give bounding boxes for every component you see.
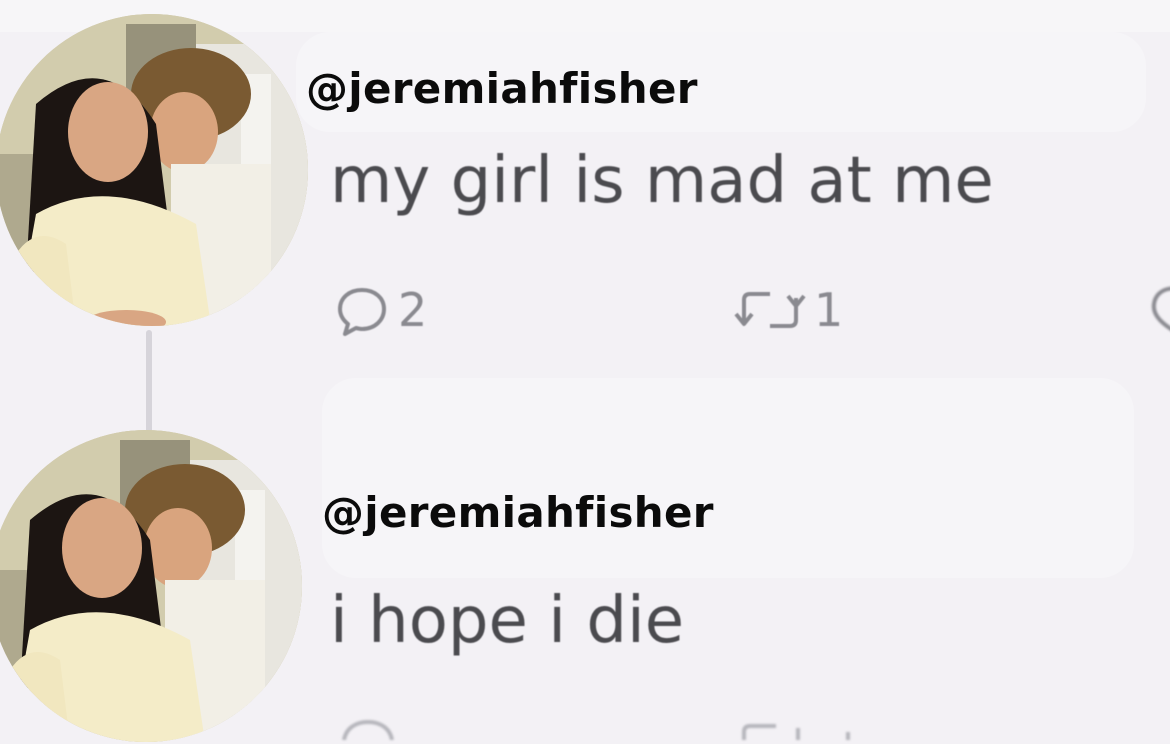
repost-count: 1 (814, 283, 844, 337)
reply-count: 2 (398, 283, 428, 337)
post-1-handle[interactable]: @jeremiahfisher (306, 64, 698, 113)
avatar[interactable] (0, 430, 302, 742)
reply-button[interactable]: 2 (334, 282, 427, 338)
profile-photo (0, 14, 308, 326)
heart-icon (1146, 286, 1170, 346)
repost-arrows-icon (734, 282, 806, 338)
repost-arrows-icon (736, 724, 876, 744)
thread-connector-line (146, 330, 152, 440)
avatar[interactable] (0, 14, 308, 326)
post-1-text: my girl is mad at me (330, 144, 994, 218)
reply-button[interactable] (338, 718, 398, 744)
like-button[interactable] (1146, 282, 1170, 346)
profile-photo (0, 430, 302, 742)
post-card-2 (322, 378, 1134, 578)
post-2-handle[interactable]: @jeremiahfisher (322, 488, 714, 537)
repost-button[interactable]: 1 (734, 282, 843, 338)
post-2-text: i hope i die (330, 584, 685, 658)
speech-bubble-icon (334, 282, 390, 338)
speech-bubble-icon (338, 719, 398, 744)
repost-button[interactable] (736, 718, 876, 744)
